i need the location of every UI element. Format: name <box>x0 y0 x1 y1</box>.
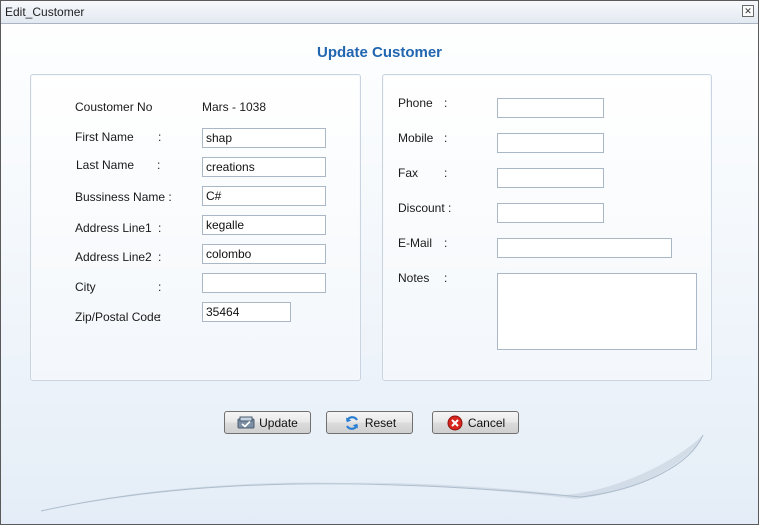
email-colon: : <box>444 236 448 250</box>
city-label: City <box>75 280 96 294</box>
business-name-field[interactable] <box>202 186 326 206</box>
mobile-field[interactable] <box>497 133 604 153</box>
first-name-label: First Name <box>75 130 134 144</box>
zip-code-field[interactable] <box>202 302 291 322</box>
mobile-label: Mobile <box>398 131 434 145</box>
notes-colon: : <box>444 271 448 285</box>
fax-label: Fax <box>398 166 419 180</box>
city-colon: : <box>158 280 162 294</box>
zip-code-label: Zip/Postal Code <box>75 310 161 324</box>
address-line2-label: Address Line2 <box>75 250 152 264</box>
contact-details-panel: Phone : Mobile : Fax : Discount : E-Mail… <box>382 74 712 381</box>
cancel-button-label: Cancel <box>467 415 506 430</box>
decorative-swoosh <box>40 434 704 512</box>
city-field[interactable] <box>202 273 326 293</box>
customer-no-value: Mars - 1038 <box>202 100 267 114</box>
email-field[interactable] <box>497 238 672 258</box>
business-name-label: Bussiness Name : <box>75 190 172 204</box>
fax-field[interactable] <box>497 168 604 188</box>
page-title: Update Customer <box>316 44 443 61</box>
address-line1-colon: : <box>158 221 162 235</box>
customer-no-label: Coustomer No <box>75 100 153 114</box>
address-line2-colon: : <box>158 250 162 264</box>
first-name-field[interactable] <box>202 128 326 148</box>
edit-customer-window: Edit_Customer ✕ Update Customer Coustome… <box>0 0 759 525</box>
reset-button-label: Reset <box>364 415 397 430</box>
phone-colon: : <box>444 96 448 110</box>
address-line1-label: Address Line1 <box>75 221 152 235</box>
phone-field[interactable] <box>497 98 604 118</box>
cancel-button[interactable]: Cancel <box>432 411 519 434</box>
customer-details-panel: Coustomer No Mars - 1038 First Name : La… <box>30 74 361 381</box>
refresh-icon <box>343 415 361 431</box>
last-name-colon: : <box>157 158 161 172</box>
mobile-colon: : <box>444 131 448 145</box>
window-title: Edit_Customer <box>5 5 85 19</box>
fax-colon: : <box>444 166 448 180</box>
address-line2-field[interactable] <box>202 244 326 264</box>
address-line1-field[interactable] <box>202 215 326 235</box>
cancel-icon <box>446 415 464 431</box>
first-name-colon: : <box>158 130 162 144</box>
close-button[interactable]: ✕ <box>742 5 754 17</box>
discount-label: Discount : <box>398 201 452 215</box>
last-name-field[interactable] <box>202 157 326 177</box>
phone-label: Phone <box>398 96 433 110</box>
zip-code-colon: : <box>158 310 162 324</box>
email-label: E-Mail <box>398 236 433 250</box>
close-icon: ✕ <box>744 6 752 16</box>
update-button[interactable]: Update <box>224 411 311 434</box>
discount-field[interactable] <box>497 203 604 223</box>
update-icon <box>237 415 255 431</box>
reset-button[interactable]: Reset <box>326 411 413 434</box>
last-name-label: Last Name <box>76 158 135 172</box>
title-bar: Edit_Customer ✕ <box>1 1 758 24</box>
update-button-label: Update <box>259 415 298 430</box>
notes-label: Notes <box>398 271 430 285</box>
notes-field[interactable] <box>497 273 697 350</box>
